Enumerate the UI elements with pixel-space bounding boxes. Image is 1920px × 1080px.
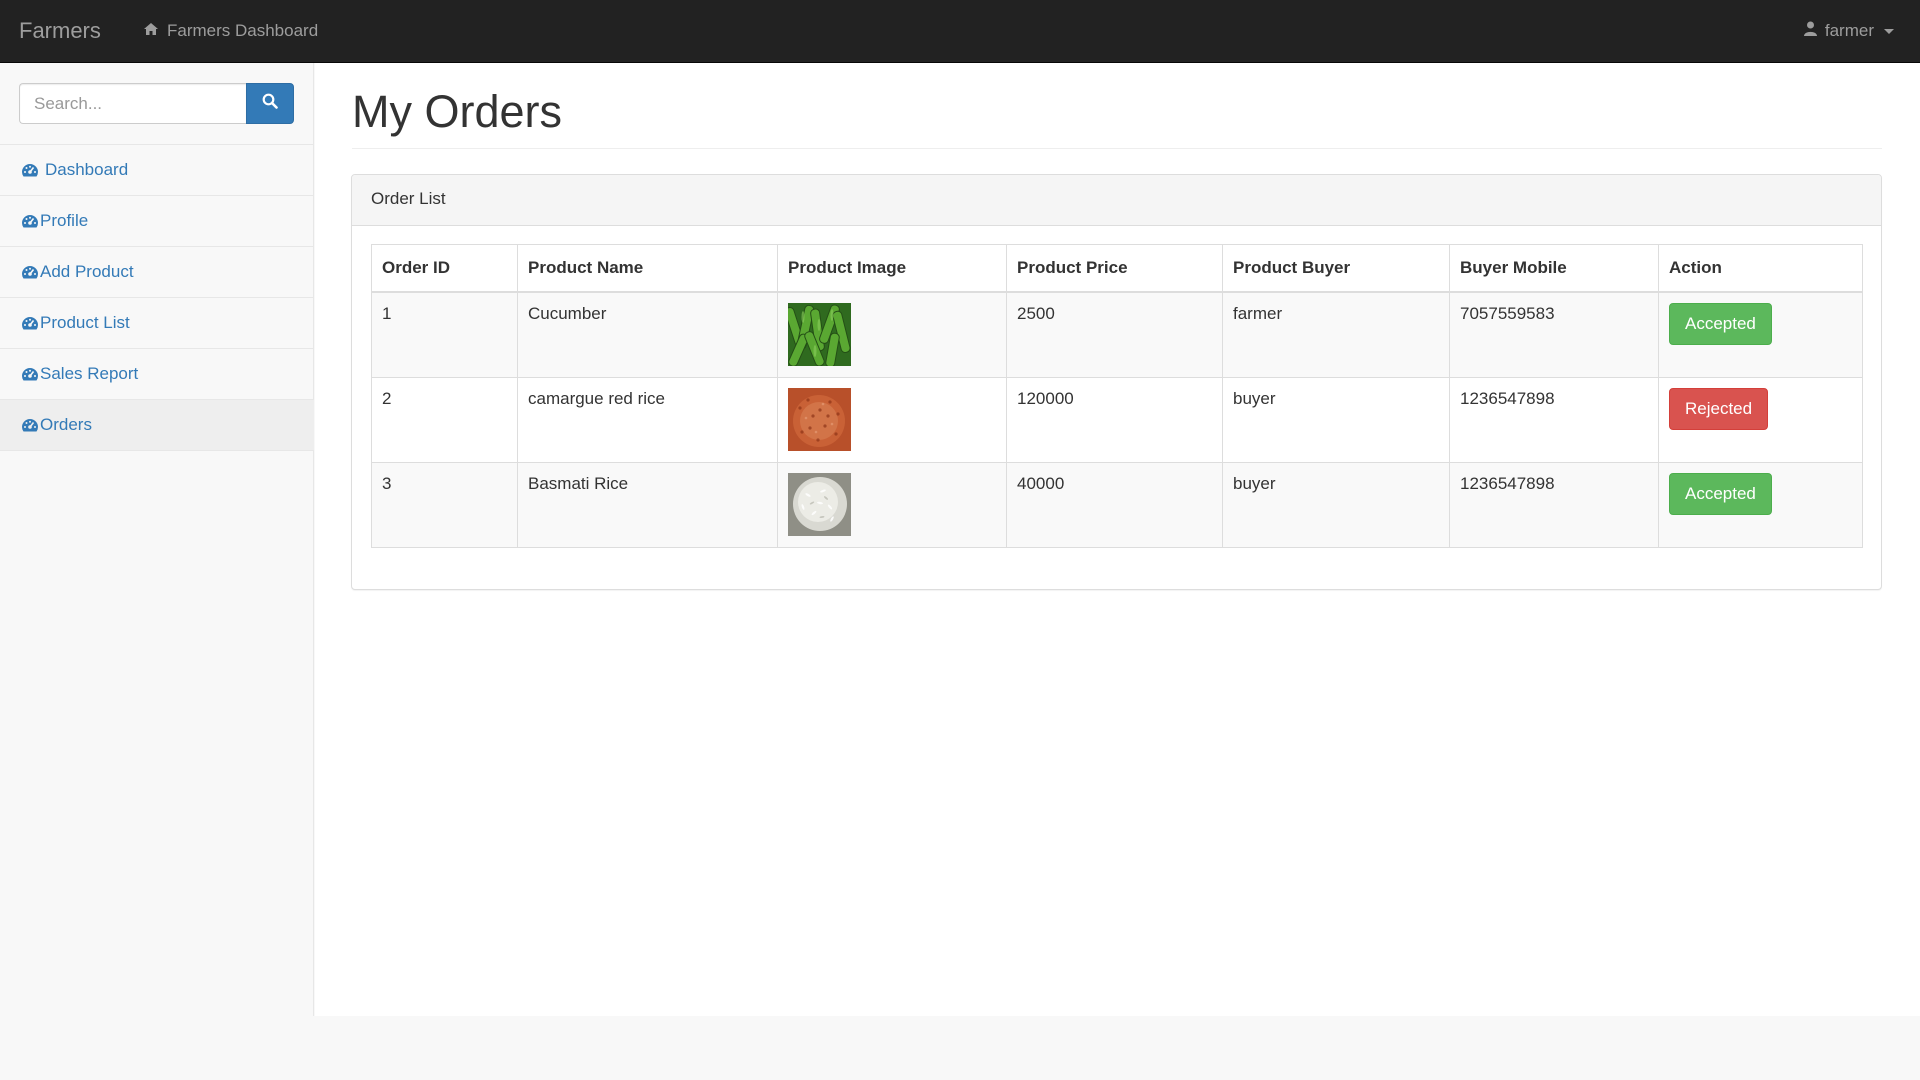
order-id-cell: 1 (371, 291, 518, 378)
dashboard-icon (21, 366, 39, 382)
column-header-buyer-mobile: Buyer Mobile (1449, 244, 1659, 293)
page-title: My Orders (352, 86, 563, 137)
chevron-down-icon (1884, 28, 1894, 34)
product-image-cell (777, 291, 1007, 378)
column-header-product-name: Product Name (517, 244, 778, 293)
column-header-order-id: Order ID (371, 244, 518, 293)
table-row: 3 Basmati Rice 40000 buyer 1236547898 Ac… (371, 461, 1863, 548)
farmers-dashboard-link[interactable]: Farmers Dashboard (143, 20, 318, 42)
sidebar-item-profile[interactable]: Profile (0, 196, 314, 247)
sidebar-item-label: Product List (40, 313, 130, 332)
sidebar-item-label: Sales Report (40, 364, 139, 383)
product-price-cell: 120000 (1006, 376, 1223, 463)
panel-heading: Order List (352, 175, 1881, 226)
product-name-cell: Cucumber (517, 291, 778, 378)
product-image-cell (777, 461, 1007, 548)
sidebar-item-label: Orders (40, 415, 92, 434)
orders-table: Order ID Product Name Product Image Prod… (371, 244, 1863, 548)
column-header-product-buyer: Product Buyer (1222, 244, 1450, 293)
product-buyer-cell: buyer (1222, 376, 1450, 463)
brand-link[interactable]: Farmers (19, 17, 101, 45)
sidebar: Dashboard Profile Add Product Product Li… (0, 63, 314, 1016)
product-price-cell: 40000 (1006, 461, 1223, 548)
rejected-button[interactable]: Rejected (1669, 387, 1769, 430)
product-buyer-cell: farmer (1222, 291, 1450, 378)
search-group (19, 83, 294, 124)
sidebar-item-dashboard[interactable]: Dashboard (0, 145, 314, 196)
table-row: 1 Cucumber 2500 farmer 7057559583 Accept… (371, 291, 1863, 378)
top-navbar: Farmers Farmers Dashboard farmer (0, 0, 1920, 63)
accepted-button[interactable]: Accepted (1669, 302, 1772, 345)
main-content: My Orders Order List Order ID Product Na… (315, 63, 1920, 1016)
user-name: farmer (1824, 21, 1874, 40)
product-name-cell: Basmati Rice (517, 461, 778, 548)
panel-body: Order ID Product Name Product Image Prod… (352, 226, 1881, 566)
cucumber-image (788, 302, 851, 366)
home-icon (143, 20, 159, 42)
product-name-cell: camargue red rice (517, 376, 778, 463)
user-icon (1803, 20, 1817, 42)
dashboard-icon (21, 264, 39, 280)
sidebar-item-label: Dashboard (45, 160, 129, 179)
sidebar-item-sales-report[interactable]: Sales Report (0, 349, 314, 400)
table-header-row: Order ID Product Name Product Image Prod… (371, 244, 1863, 293)
action-cell: Accepted (1658, 461, 1863, 548)
sidebar-item-label: Profile (40, 211, 89, 230)
accepted-button[interactable]: Accepted (1669, 472, 1772, 515)
title-divider (352, 148, 1882, 149)
sidebar-nav: Dashboard Profile Add Product Product Li… (0, 145, 314, 451)
dashboard-icon (21, 417, 39, 433)
dashboard-icon (21, 213, 39, 229)
search-button[interactable] (246, 83, 294, 124)
product-buyer-cell: buyer (1222, 461, 1450, 548)
sidebar-item-product-list[interactable]: Product List (0, 298, 314, 349)
order-id-cell: 3 (371, 461, 518, 548)
order-list-panel: Order List Order ID Product Name Product… (351, 174, 1882, 590)
buyer-mobile-cell: 1236547898 (1449, 376, 1659, 463)
order-id-cell: 2 (371, 376, 518, 463)
buyer-mobile-cell: 7057559583 (1449, 291, 1659, 378)
dashboard-icon (21, 315, 39, 331)
sidebar-item-add-product[interactable]: Add Product (0, 247, 314, 298)
table-row: 2 camargue red rice 120000 buyer 1236547… (371, 376, 1863, 463)
search-icon (262, 93, 278, 114)
search-input[interactable] (19, 83, 246, 124)
action-cell: Accepted (1658, 291, 1863, 378)
red-rice-image (788, 387, 851, 451)
sidebar-item-label: Add Product (40, 262, 134, 281)
farmers-dashboard-label: Farmers Dashboard (167, 21, 319, 40)
user-dropdown[interactable]: farmer (1803, 20, 1894, 42)
column-header-product-price: Product Price (1006, 244, 1223, 293)
buyer-mobile-cell: 1236547898 (1449, 461, 1659, 548)
action-cell: Rejected (1658, 376, 1863, 463)
basmati-rice-image (788, 472, 851, 536)
product-image-cell (777, 376, 1007, 463)
column-header-product-image: Product Image (777, 244, 1007, 293)
column-header-action: Action (1658, 244, 1863, 293)
product-price-cell: 2500 (1006, 291, 1223, 378)
dashboard-icon (21, 162, 39, 178)
sidebar-item-orders[interactable]: Orders (0, 400, 314, 451)
